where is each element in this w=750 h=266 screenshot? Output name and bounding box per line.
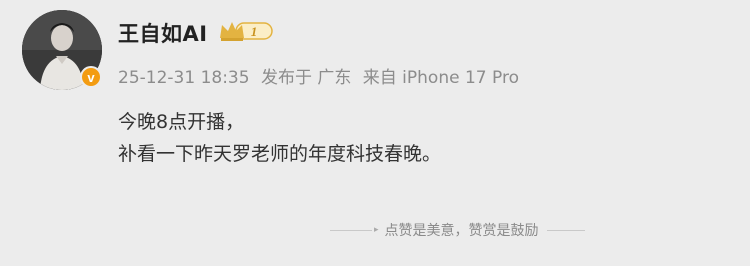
- content-line-1: 今晚8点开播，: [118, 111, 245, 133]
- post-device: 来自 iPhone 17 Pro: [362, 68, 519, 88]
- level-number: 1: [251, 24, 258, 39]
- weibo-post: v 王自如AI 1 25-12-31 18:35 发布于 广东 来自 iPhon…: [0, 0, 750, 266]
- avatar-container[interactable]: v: [22, 10, 102, 90]
- divider-left: [330, 229, 372, 231]
- arrow-right-icon: ▸: [374, 225, 379, 235]
- content-line-2: 补看一下昨天罗老师的年度科技春晚。: [118, 143, 442, 165]
- level-badge-icon[interactable]: 1: [218, 18, 274, 44]
- verified-badge-icon: v: [80, 66, 102, 88]
- post-location: 发布于 广东: [260, 68, 352, 88]
- post-meta: 25-12-31 18:35 发布于 广东 来自 iPhone 17 Pro: [118, 63, 525, 88]
- divider-right: [546, 229, 585, 231]
- username[interactable]: 王自如AI: [118, 18, 208, 48]
- post-content: 今晚8点开播， 补看一下昨天罗老师的年度科技春晚。: [118, 106, 441, 170]
- reward-footer: ▸ 点赞是美意，赞赏是鼓励: [330, 218, 630, 242]
- post-date[interactable]: 25-12-31 18:35: [118, 68, 250, 88]
- reward-text[interactable]: 点赞是美意，赞赏是鼓励: [385, 220, 539, 240]
